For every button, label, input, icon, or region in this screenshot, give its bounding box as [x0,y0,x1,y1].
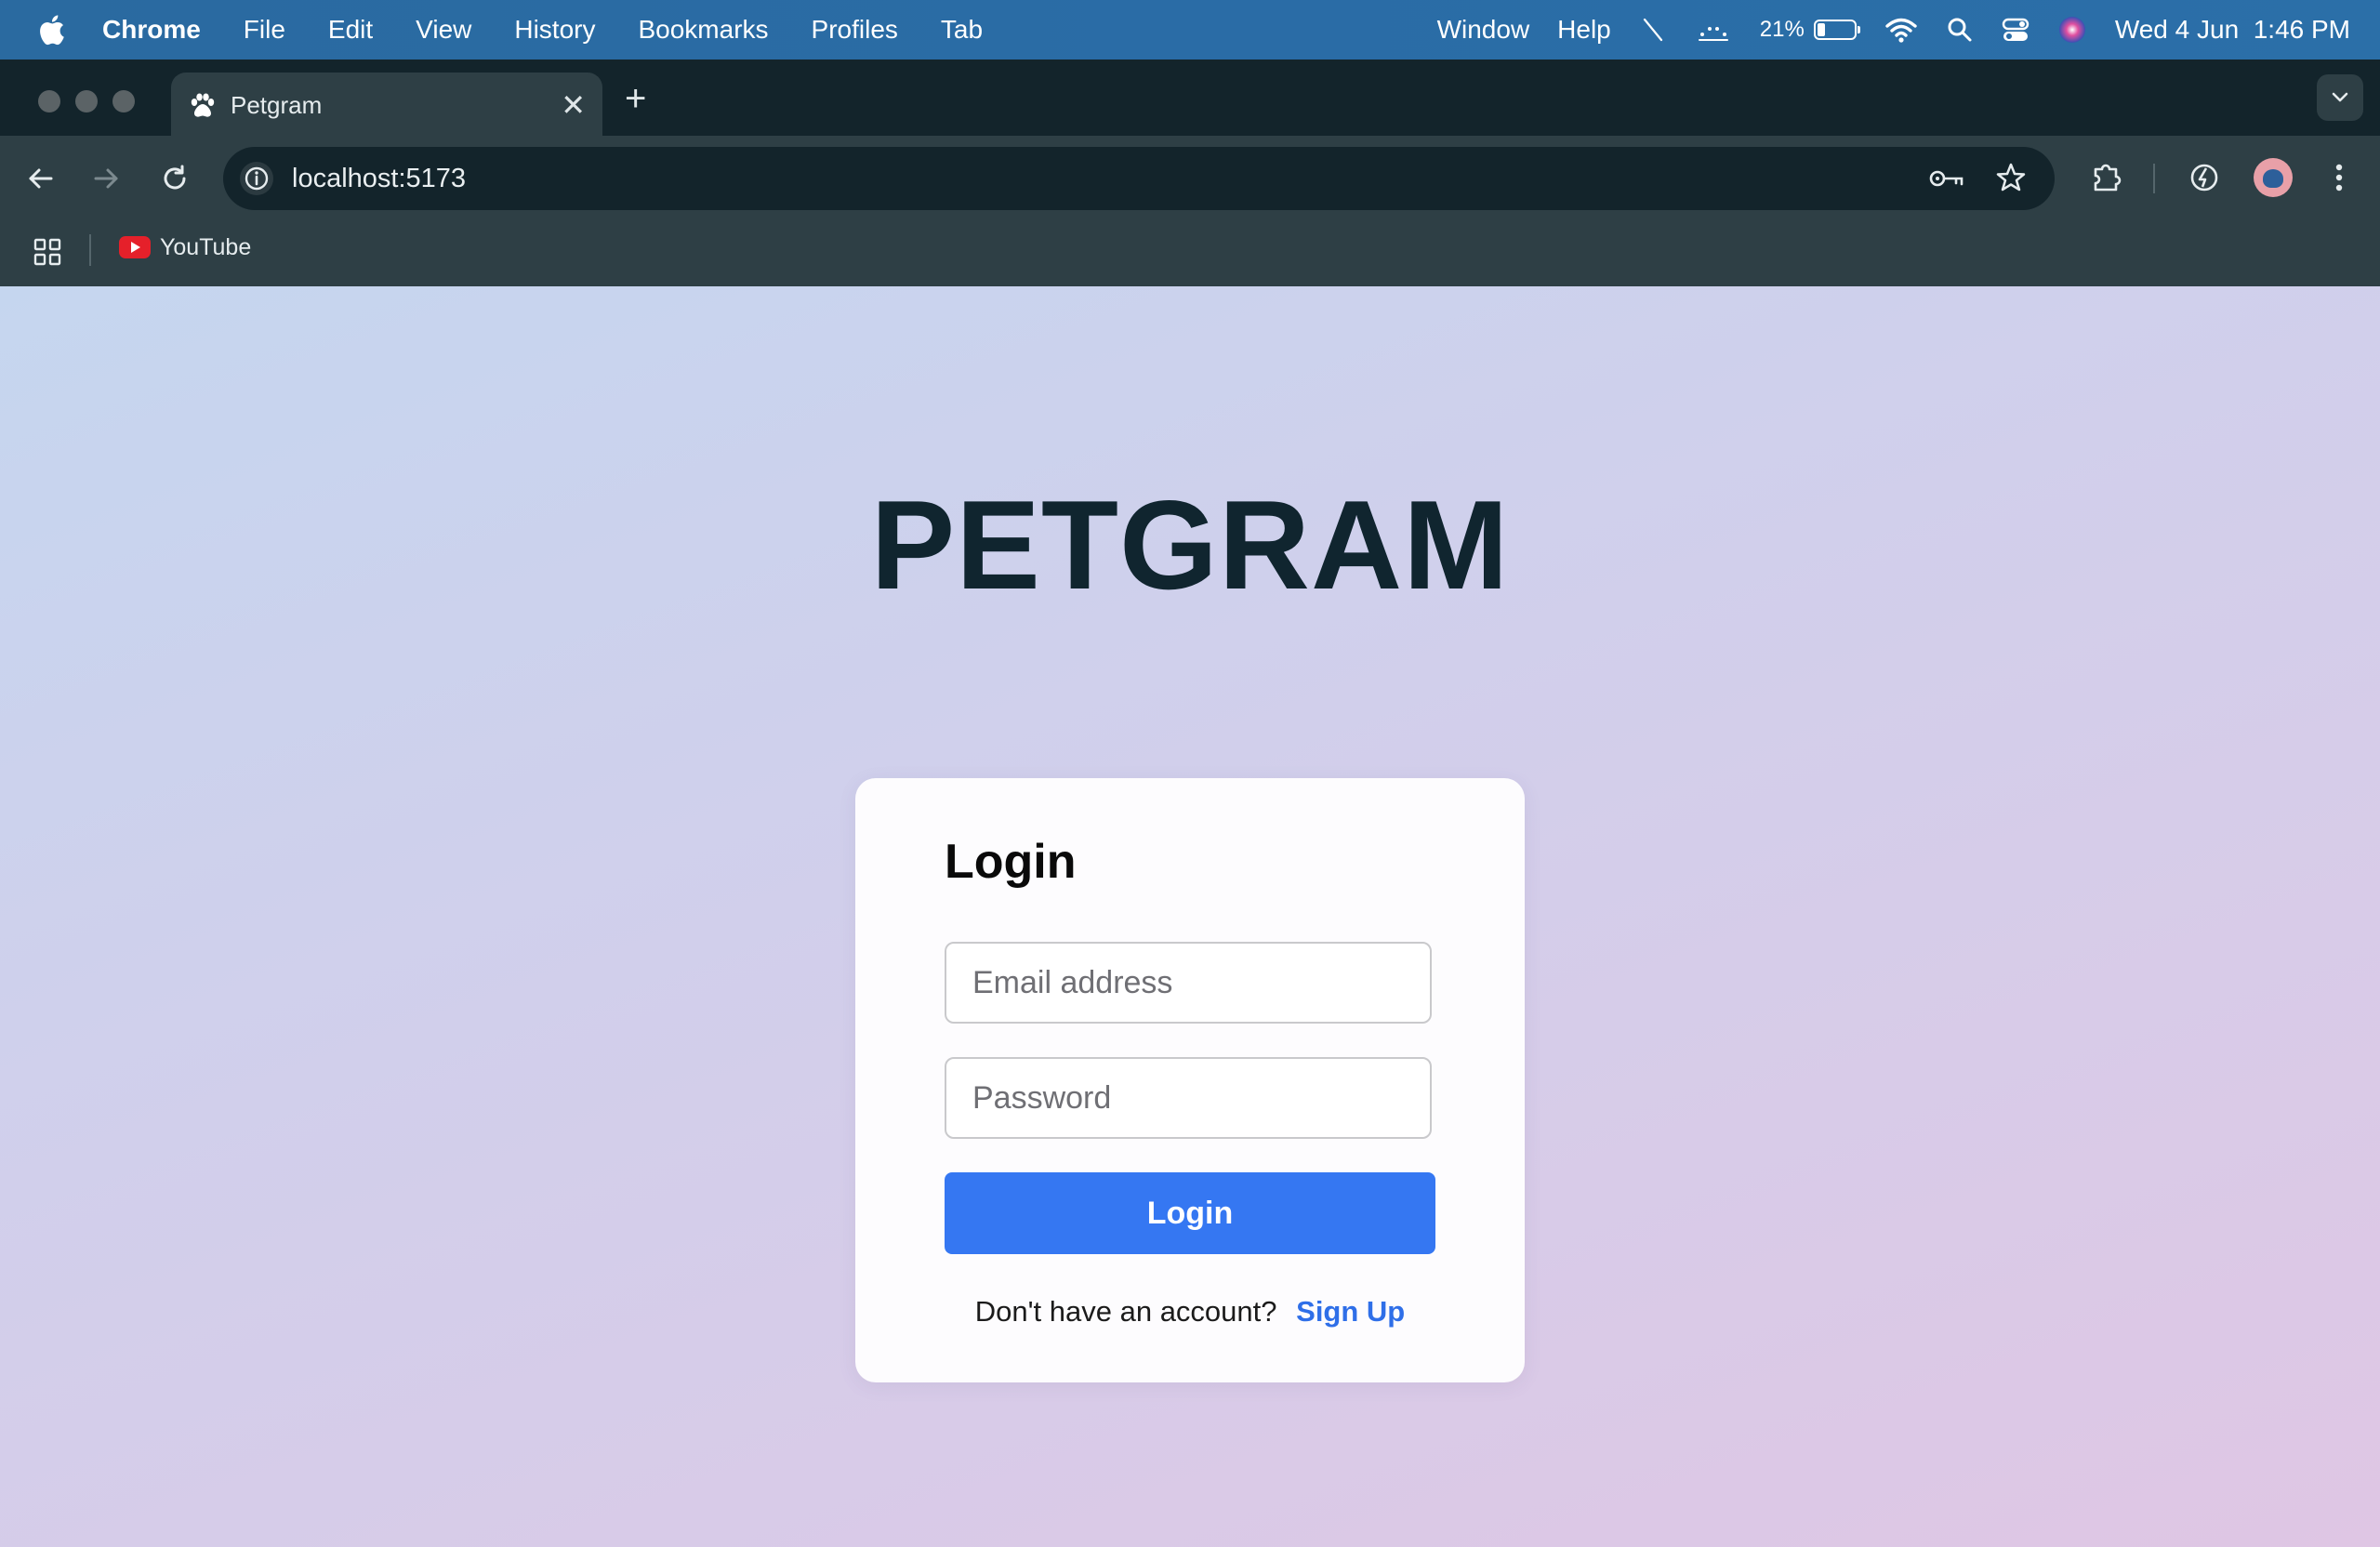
tab-close-icon[interactable]: ✕ [561,87,586,123]
email-field[interactable] [945,942,1432,1024]
macos-menu-bar: Chrome File Edit View History Bookmarks … [0,0,2380,60]
login-card: Login Login Don't have an account? Sign … [855,778,1525,1382]
bookmark-star-icon[interactable] [1995,162,2027,193]
password-field[interactable] [945,1057,1432,1139]
battery-percent: 21% [1759,17,1805,42]
info-icon [245,166,269,191]
control-center-icon[interactable] [2002,16,2030,44]
chevron-down-icon [2332,92,2348,102]
signup-prompt: Don't have an account? [974,1295,1277,1328]
chrome-menu-icon[interactable] [2324,160,2354,195]
tab-search-button[interactable] [2317,74,2363,121]
bookmarks-separator [89,234,91,266]
menu-edit[interactable]: Edit [328,15,373,45]
menu-help[interactable]: Help [1557,15,1611,45]
performance-icon[interactable] [2187,160,2222,195]
menu-file[interactable]: File [244,15,285,45]
pen-slash-icon[interactable] [1639,16,1667,44]
battery-icon[interactable] [1813,20,1860,40]
bookmark-youtube[interactable]: YouTube [160,234,251,261]
back-arrow-icon[interactable] [24,162,58,195]
url-text[interactable]: localhost:5173 [292,164,466,194]
paw-icon [191,93,215,117]
new-tab-button[interactable]: + [625,80,646,117]
extensions-puzzle-icon[interactable] [2088,160,2123,195]
weather-dots-icon[interactable] [1695,16,1732,44]
toolbar-separator [2153,164,2155,193]
browser-toolbar: localhost:5173 [0,136,2380,221]
window-minimize-button[interactable] [75,90,98,112]
login-heading: Login [945,835,1077,889]
tab-strip: Petgram ✕ + [0,60,2380,136]
tab-title: Petgram [231,91,323,119]
login-button[interactable]: Login [945,1172,1435,1254]
signup-row: Don't have an account? Sign Up [855,1295,1525,1329]
menu-bookmarks[interactable]: Bookmarks [638,15,768,45]
window-close-button[interactable] [38,90,60,112]
profile-avatar[interactable] [2254,158,2293,197]
signup-link[interactable]: Sign Up [1296,1295,1405,1328]
clock-datetime[interactable]: Wed 4 Jun 1:46 PM [2115,15,2350,45]
brand-title: PETGRAM [870,474,1510,615]
window-zoom-button[interactable] [112,90,135,112]
reload-icon[interactable] [158,162,192,195]
wifi-icon[interactable] [1884,16,1918,44]
spotlight-search-icon[interactable] [1946,16,1974,44]
menu-window[interactable]: Window [1437,15,1530,45]
apps-grid-icon[interactable] [33,238,61,266]
menu-tab[interactable]: Tab [941,15,983,45]
address-bar[interactable]: localhost:5173 [223,147,2055,210]
site-info-button[interactable] [240,162,273,195]
youtube-icon[interactable] [119,236,151,258]
menubar-status-area: Window Help 21% Wed 4 Jun 1:46 PM [1409,0,2350,60]
menu-profiles[interactable]: Profiles [812,15,898,45]
apple-logo-icon[interactable] [37,13,65,46]
siri-icon[interactable] [2057,15,2087,45]
menu-list: Chrome File Edit View History Bookmarks … [102,0,1025,60]
password-key-icon[interactable] [1928,165,1965,192]
menu-history[interactable]: History [514,15,595,45]
menu-chrome[interactable]: Chrome [102,15,201,45]
menu-view[interactable]: View [416,15,471,45]
forward-arrow-icon[interactable] [89,162,123,195]
battery-fill [1817,23,1825,36]
tab-petgram[interactable]: Petgram ✕ [171,73,602,136]
bookmarks-bar: YouTube [0,221,2380,286]
page-viewport: PETGRAM Login Login Don't have an accoun… [0,286,2380,1547]
